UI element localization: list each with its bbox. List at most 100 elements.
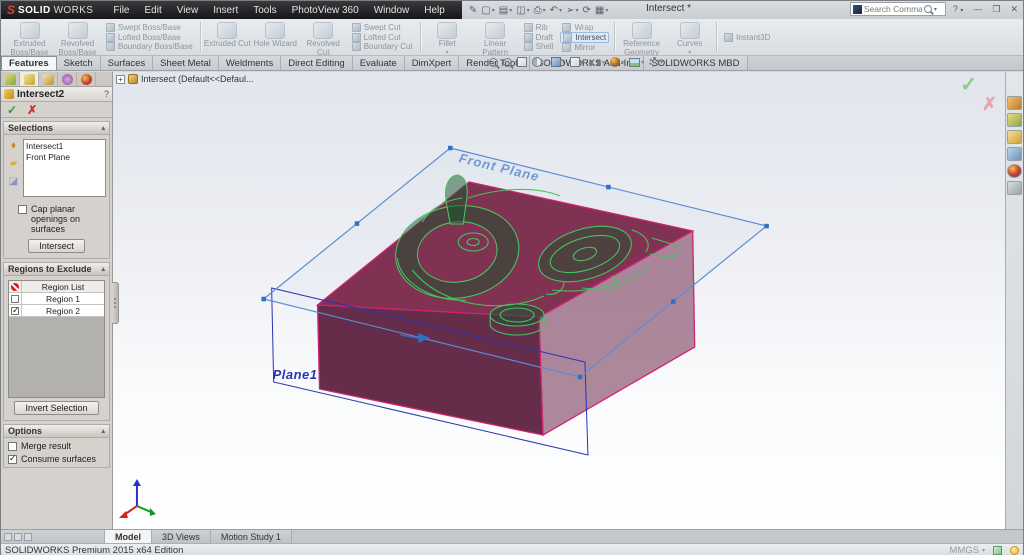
selections-group-header[interactable]: Selections▴ <box>4 122 109 135</box>
tab-evaluate[interactable]: Evaluate <box>353 56 405 70</box>
boundary-boss-base-button[interactable]: Boundary Boss/Base <box>104 42 195 51</box>
linear-pattern-button[interactable]: Linear Pattern▾ <box>472 20 519 54</box>
curves-button[interactable]: Curves▾ <box>666 20 713 54</box>
collapse-icon[interactable]: ▴ <box>101 265 105 273</box>
custom-properties-tag-icon[interactable] <box>993 546 1002 555</box>
tab-features[interactable]: Features <box>1 56 57 70</box>
view-palette-icon[interactable] <box>1007 147 1022 161</box>
regions-group-header[interactable]: Regions to Exclude▴ <box>4 263 109 276</box>
new-file-icon[interactable]: ▢▾ <box>480 5 495 16</box>
save-icon[interactable]: ◫▾ <box>515 5 530 16</box>
print-icon[interactable]: ⎙▾ <box>533 5 547 16</box>
configurationmanager-tab[interactable] <box>39 72 58 86</box>
tab-surfaces[interactable]: Surfaces <box>101 56 154 70</box>
edit-appearance-icon[interactable]: ▾ <box>610 57 624 67</box>
graphics-area[interactable]: + Intersect (Default<<Defaul... ✓ ✗ <box>113 72 1005 529</box>
file-explorer-icon[interactable] <box>1007 130 1022 144</box>
selections-listbox[interactable]: Intersect1 Front Plane <box>23 139 106 197</box>
edit-sketch-icon[interactable]: ✎ <box>468 5 478 16</box>
merge-result-checkbox[interactable] <box>8 442 17 451</box>
lofted-cut-button[interactable]: Lofted Cut <box>350 33 415 42</box>
extruded-boss-base-button[interactable]: Extruded Boss/Base <box>6 20 53 54</box>
rebuild-icon[interactable]: ⟳ <box>581 5 591 16</box>
boundary-cut-button[interactable]: Boundary Cut <box>350 42 415 51</box>
fillet-button[interactable]: Fillet▾ <box>424 20 471 54</box>
section-view-icon[interactable]: ▾ <box>532 57 546 67</box>
tab-dimxpert[interactable]: DimXpert <box>405 56 460 70</box>
view-orientation-icon[interactable]: ▾ <box>551 57 565 67</box>
propertymanager-tab[interactable] <box>20 72 39 86</box>
pm-help-icon[interactable]: ? <box>104 89 109 99</box>
solidworks-resources-icon[interactable] <box>1007 96 1022 110</box>
extruded-cut-button[interactable]: Extruded Cut <box>204 20 251 54</box>
menu-file[interactable]: File <box>110 4 132 17</box>
hole-wizard-button[interactable]: Hole Wizard <box>252 20 299 54</box>
menu-help[interactable]: Help <box>421 4 448 17</box>
swept-cut-button[interactable]: Swept Cut <box>350 23 415 32</box>
collapse-icon[interactable]: ▴ <box>101 427 105 435</box>
close-button[interactable]: ✕ <box>1007 4 1021 15</box>
tab-3d-views[interactable]: 3D Views <box>152 530 211 543</box>
search-commands-box[interactable]: ▾ <box>850 2 946 16</box>
view-settings-icon[interactable]: ▾ <box>649 57 663 67</box>
undo-icon[interactable]: ↶▾ <box>549 5 563 16</box>
tab-sheet-metal[interactable]: Sheet Metal <box>153 56 219 70</box>
feature-tree-root-label[interactable]: Intersect (Default<<Defaul... <box>141 74 254 84</box>
menu-window[interactable]: Window <box>371 4 413 17</box>
model-canvas[interactable]: Front Plane Plane1 <box>113 72 1005 529</box>
region-row-2[interactable]: Region 2 <box>9 305 104 317</box>
intersect-button[interactable]: Intersect <box>560 32 609 43</box>
collapse-icon[interactable]: ▴ <box>101 124 105 132</box>
instant3d-button[interactable]: Instant3D <box>720 33 774 42</box>
zoom-to-area-icon[interactable] <box>503 58 512 67</box>
reference-geometry-button[interactable]: Reference Geometry▾ <box>618 20 665 54</box>
pm-cancel-button[interactable]: ✗ <box>27 104 37 116</box>
featuremanager-tree-tab[interactable] <box>1 72 20 86</box>
search-icon[interactable] <box>924 5 932 13</box>
cap-planar-openings-checkbox[interactable] <box>18 205 27 214</box>
selection-item[interactable]: Front Plane <box>26 152 103 163</box>
menu-edit[interactable]: Edit <box>141 4 164 17</box>
hide-show-items-icon[interactable]: ▾ <box>589 59 605 66</box>
rib-button[interactable]: Rib <box>522 23 556 32</box>
restore-button[interactable]: ❒ <box>989 4 1003 15</box>
region-1-checkbox[interactable] <box>11 295 19 303</box>
wrap-button[interactable]: Wrap <box>560 23 609 32</box>
solid-body-selector-icon[interactable]: ⬧ <box>11 141 16 151</box>
draft-button[interactable]: Draft <box>522 33 556 42</box>
design-library-icon[interactable] <box>1007 113 1022 127</box>
appearances-scenes-icon[interactable] <box>1007 164 1022 178</box>
tab-weldments[interactable]: Weldments <box>219 56 281 70</box>
options-group-header[interactable]: Options▴ <box>4 425 109 438</box>
tree-expand-icon[interactable]: + <box>116 75 125 84</box>
revolved-cut-button[interactable]: Revolved Cut <box>300 20 347 54</box>
consume-surfaces-checkbox[interactable] <box>8 455 17 464</box>
confirmation-ok-icon[interactable]: ✓ <box>960 72 977 97</box>
invert-selection-button[interactable]: Invert Selection <box>14 401 98 415</box>
panel-splitter-handle[interactable] <box>112 282 119 324</box>
menu-view[interactable]: View <box>174 4 202 17</box>
tab-motion-study[interactable]: Motion Study 1 <box>211 530 292 543</box>
tab-sketch[interactable]: Sketch <box>57 56 101 70</box>
display-style-icon[interactable]: ▾ <box>570 57 584 67</box>
lofted-boss-base-button[interactable]: Lofted Boss/Base <box>104 33 195 42</box>
region-row-1[interactable]: Region 1 <box>9 293 104 305</box>
apply-scene-icon[interactable]: ▾ <box>629 58 644 67</box>
selection-item[interactable]: Intersect1 <box>26 141 103 152</box>
select-icon[interactable]: ➢▾ <box>565 5 579 16</box>
previous-view-icon[interactable] <box>517 57 527 67</box>
help-button[interactable]: ? ▾ <box>950 4 967 14</box>
shell-button[interactable]: Shell <box>522 42 556 51</box>
surface-body-selector-icon[interactable]: ▰ <box>10 159 18 169</box>
performance-feedback-icon[interactable] <box>1010 546 1019 555</box>
dimxpertmanager-tab[interactable] <box>58 72 77 86</box>
menu-photoview[interactable]: PhotoView 360 <box>289 4 362 17</box>
displaymanager-tab[interactable] <box>77 72 96 86</box>
mirror-button[interactable]: Mirror <box>560 43 609 52</box>
confirmation-cancel-icon[interactable]: ✗ <box>982 94 997 115</box>
plane-selector-icon[interactable]: ◪ <box>9 177 18 187</box>
pm-ok-button[interactable]: ✓ <box>7 104 17 116</box>
search-input[interactable] <box>864 4 922 14</box>
revolved-boss-base-button[interactable]: Revolved Boss/Base <box>54 20 101 54</box>
region-2-checkbox[interactable] <box>11 307 19 315</box>
